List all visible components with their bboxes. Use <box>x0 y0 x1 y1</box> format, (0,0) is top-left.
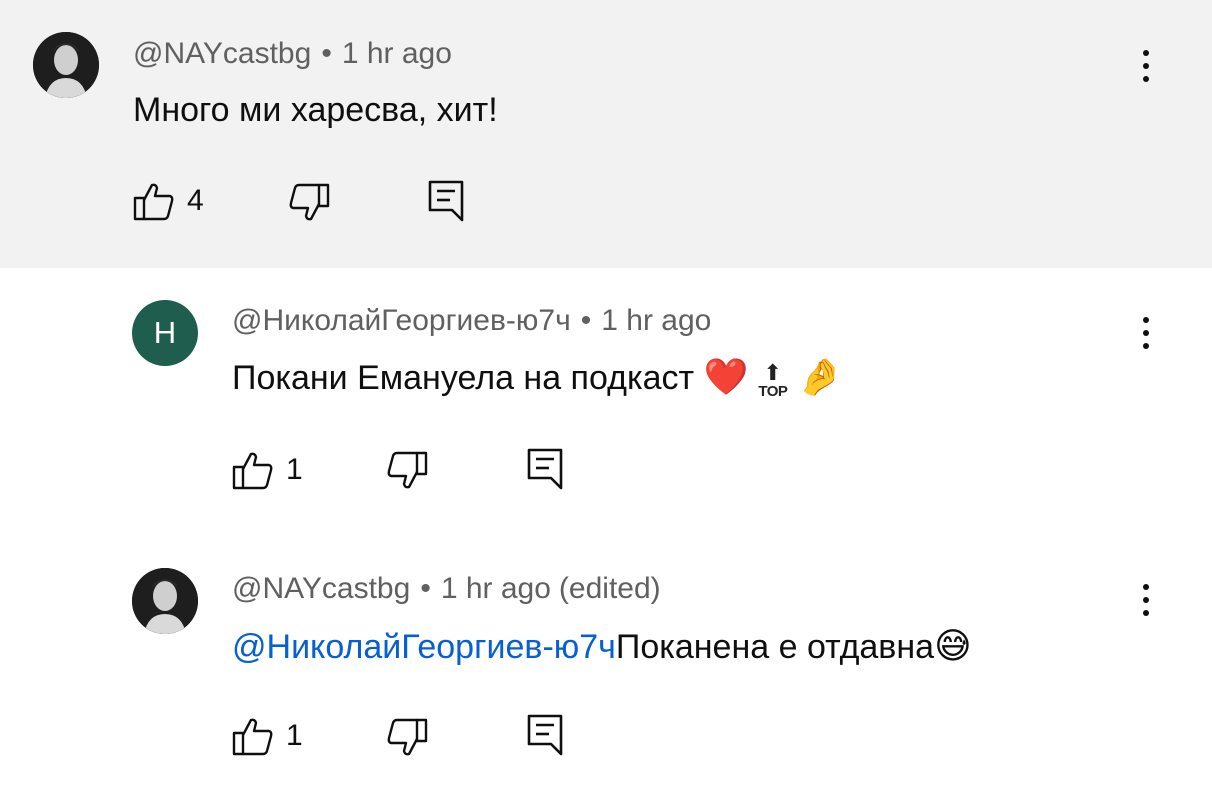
like-button[interactable]: 1 <box>232 716 303 756</box>
separator-dot: • <box>580 304 592 337</box>
comment-text: Много ми харесва, хит! <box>133 91 498 129</box>
comment-text: Покани Емануела на подкаст ❤️ ⬆ TOP 🤌 <box>232 356 842 399</box>
like-count: 1 <box>286 719 303 752</box>
top-emoji: ⬆ TOP <box>758 359 788 400</box>
author-name[interactable]: @NAYcastbg <box>232 572 410 605</box>
comment-text: @НиколайГеоргиев-ю7чПоканена е отдавна😅 <box>232 626 972 667</box>
user-photo-icon <box>33 32 99 98</box>
reply-icon <box>527 448 563 490</box>
author-name[interactable]: @NAYcastbg <box>133 37 311 70</box>
dislike-button[interactable] <box>288 183 330 223</box>
reply-button[interactable] <box>428 180 464 222</box>
more-vertical-icon[interactable] <box>1131 46 1161 86</box>
thumbs-down-icon <box>289 183 330 221</box>
timestamp: 1 hr ago <box>601 304 712 337</box>
reply-button[interactable] <box>527 714 563 756</box>
reply-comment: @NAYcastbg • 1 hr ago (edited) @НиколайГеор… <box>0 538 1212 800</box>
more-vertical-icon[interactable] <box>1131 313 1161 353</box>
comment-meta: @НиколайГеоргиев-ю7ч • 1 hr ago <box>232 304 711 338</box>
author-name[interactable]: @НиколайГеоргиев-ю7ч <box>232 304 571 337</box>
heart-emoji: ❤️ <box>703 357 749 398</box>
avatar[interactable]: Н <box>132 300 198 366</box>
reply-button[interactable] <box>527 448 563 490</box>
separator-dot: • <box>420 572 431 605</box>
top-arrow-icon: ⬆ <box>763 359 783 385</box>
dislike-button[interactable] <box>386 451 428 491</box>
more-vertical-icon[interactable] <box>1131 580 1161 620</box>
pinch-emoji: 🤌 <box>797 357 843 398</box>
comment-text-content: Поканена е отдавна <box>615 628 935 666</box>
thumbs-up-icon <box>232 718 273 756</box>
edited-label: (edited) <box>558 572 661 605</box>
thumbs-down-icon <box>387 718 428 756</box>
sweat-smile-emoji: 😅 <box>934 626 972 667</box>
like-button[interactable]: 4 <box>133 181 204 221</box>
comment-meta: @NAYcastbg • 1 hr ago <box>133 37 452 71</box>
avatar-letter: Н <box>153 315 177 350</box>
separator-dot: • <box>321 37 332 70</box>
thumbs-up-icon <box>133 183 174 221</box>
thumbs-down-icon <box>387 451 428 489</box>
comment-highlighted: @NAYcastbg • 1 hr ago Много ми харесва, хи… <box>0 0 1212 268</box>
comment-meta: @NAYcastbg • 1 hr ago (edited) <box>232 572 661 606</box>
user-photo-icon <box>132 568 198 634</box>
reply-icon <box>527 714 563 756</box>
timestamp: 1 hr ago <box>440 572 551 605</box>
comment-text-content: Покани Емануела на подкаст <box>232 359 704 397</box>
timestamp: 1 hr ago <box>341 37 452 70</box>
top-label: TOP <box>758 382 788 400</box>
mention-link[interactable]: @НиколайГеоргиев-ю7ч <box>232 628 616 666</box>
dislike-button[interactable] <box>386 718 428 758</box>
like-count: 1 <box>286 453 303 486</box>
reply-icon <box>428 180 464 222</box>
avatar[interactable] <box>132 568 198 634</box>
like-count: 4 <box>187 184 204 217</box>
thumbs-up-icon <box>232 452 273 490</box>
reply-comment: Н @НиколайГеоргиев-ю7ч • 1 hr ago Покани Е… <box>0 268 1212 538</box>
like-button[interactable]: 1 <box>232 450 303 490</box>
avatar[interactable] <box>33 32 99 98</box>
